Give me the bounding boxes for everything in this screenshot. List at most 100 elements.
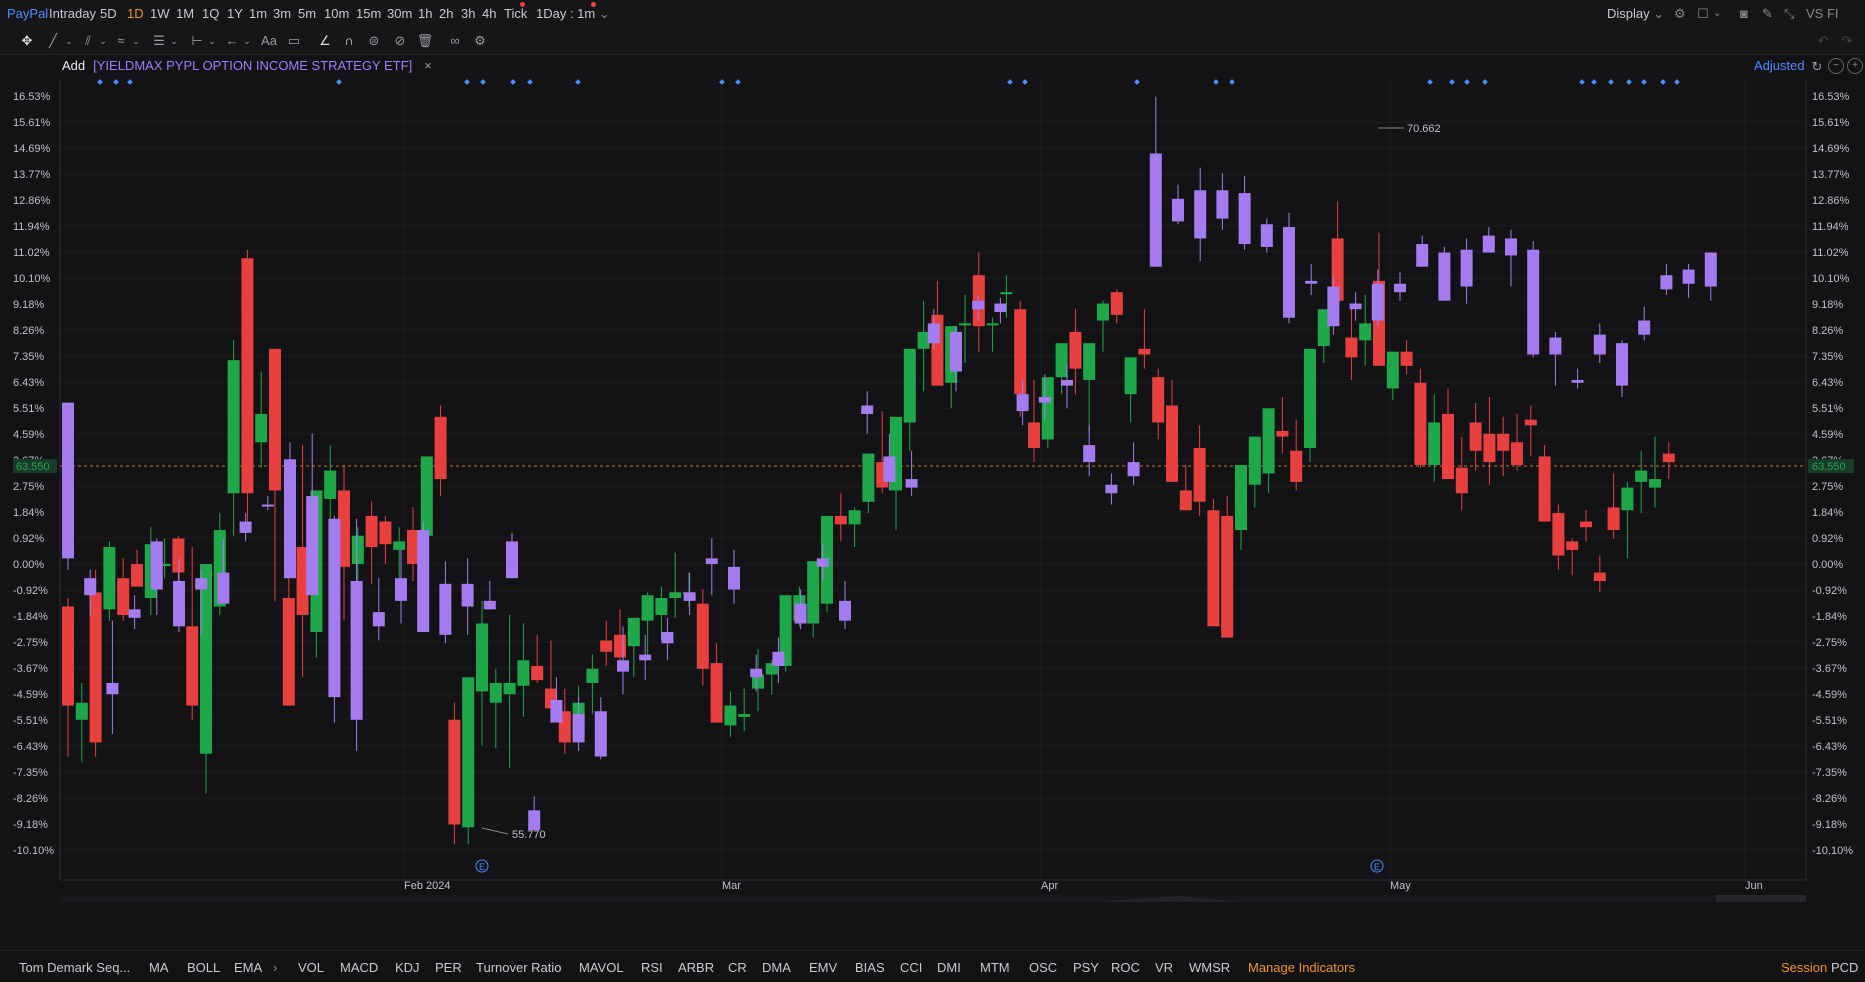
timeframe-1d[interactable]: 1D — [127, 6, 144, 21]
session-select[interactable]: 1Day : 1m ⌄ — [536, 6, 610, 22]
timeframe-3h[interactable]: 3h — [461, 6, 475, 21]
candle-body — [75, 702, 88, 720]
close-icon[interactable]: × — [424, 58, 432, 73]
undo-icon[interactable]: ↶ — [1814, 32, 1832, 50]
display-menu[interactable]: Display ⌄ — [1607, 6, 1664, 22]
price-candle — [89, 569, 102, 757]
session-label[interactable]: Session — [1781, 960, 1827, 975]
timeframe-5min[interactable]: 5m — [298, 6, 316, 21]
trash-icon[interactable]: 🗑 — [416, 32, 434, 50]
lock-icon[interactable]: ⊜ — [365, 32, 383, 50]
manage-indicators-button[interactable]: Manage Indicators — [1248, 960, 1355, 975]
timeframe-4h[interactable]: 4h — [482, 6, 496, 21]
candle-body — [1469, 422, 1482, 451]
timeframe-30min[interactable]: 30m — [387, 6, 412, 21]
candle-body — [1000, 292, 1013, 295]
y-tick-label-left: 0.92% — [13, 533, 44, 545]
layout-chevron-icon[interactable]: ⌄ — [1713, 8, 1721, 19]
chevron-down-icon[interactable]: ⌄ — [60, 32, 78, 50]
chevron-right-icon[interactable]: › — [273, 960, 277, 975]
indicator-boll[interactable]: BOLL — [187, 960, 220, 975]
indicator-wmsr[interactable]: WMSR — [1189, 960, 1230, 975]
candle-body — [1414, 382, 1427, 465]
indicator-cr[interactable]: CR — [728, 960, 747, 975]
timeframe-1h[interactable]: 1h — [418, 6, 432, 21]
indicator-emv[interactable]: EMV — [809, 960, 837, 975]
timeframe-15min[interactable]: 15m — [356, 6, 381, 21]
magnet-icon[interactable]: ∩ — [340, 32, 358, 50]
high-price-label: 70.662 — [1407, 123, 1441, 135]
timeframe-intraday[interactable]: Intraday — [49, 6, 96, 21]
chevron-down-icon[interactable]: ⌄ — [127, 32, 145, 50]
timeframe-1y[interactable]: 1Y — [227, 6, 243, 21]
move-cross-icon[interactable]: ✥ — [18, 32, 36, 50]
indicator-per[interactable]: PER — [435, 960, 462, 975]
indicator-arbr[interactable]: ARBR — [678, 960, 714, 975]
timeframe-3min[interactable]: 3m — [273, 6, 291, 21]
session-value[interactable]: PCD — [1831, 960, 1858, 975]
angle-icon[interactable]: ∠ — [316, 32, 334, 50]
indicator-tom-demark[interactable]: Tom Demark Seq... — [19, 960, 130, 975]
indicator-vr[interactable]: VR — [1155, 960, 1173, 975]
timeframe-10min[interactable]: 10m — [324, 6, 349, 21]
timeframe-1q[interactable]: 1Q — [202, 6, 219, 21]
add-security-button[interactable]: Add — [62, 58, 85, 73]
indicator-roc[interactable]: ROC — [1111, 960, 1140, 975]
chevron-down-icon[interactable]: ⌄ — [165, 32, 183, 50]
indicator-rsi[interactable]: RSI — [641, 960, 663, 975]
adjusted-toggle[interactable]: Adjusted — [1754, 58, 1804, 73]
comment-icon[interactable]: ▭ — [285, 32, 303, 50]
candle-body — [1179, 490, 1192, 511]
pencil-icon[interactable]: ✎ — [1762, 6, 1773, 22]
timeframe-2h[interactable]: 2h — [439, 6, 453, 21]
link-icon[interactable]: ∞ — [446, 32, 464, 50]
timeframe-1min[interactable]: 1m — [249, 6, 267, 21]
indicator-kdj[interactable]: KDJ — [395, 960, 420, 975]
candle-body — [839, 600, 851, 621]
indicator-bias[interactable]: BIAS — [855, 960, 885, 975]
indicator-psy[interactable]: PSY — [1073, 960, 1099, 975]
text-tool-icon[interactable]: Aa — [260, 32, 278, 50]
candle-body — [986, 323, 999, 326]
layout-square-icon[interactable]: ☐ — [1697, 6, 1709, 22]
settings-gear-icon[interactable]: ⚙ — [1674, 6, 1686, 22]
indicator-dma[interactable]: DMA — [762, 960, 791, 975]
candle-body — [655, 598, 668, 615]
camera-icon[interactable]: ◙ — [1740, 6, 1748, 21]
y-tick-label-left: 1.84% — [13, 507, 44, 519]
timeframe-5d[interactable]: 5D — [100, 6, 117, 21]
symbol-selector[interactable]: PayPal — [7, 6, 48, 21]
candle-body — [994, 303, 1007, 313]
timeframe-1w[interactable]: 1W — [150, 6, 170, 21]
chevron-down-icon[interactable]: ⌄ — [203, 32, 221, 50]
settings-gear-icon[interactable]: ⚙ — [471, 32, 489, 50]
indicator-mtm[interactable]: MTM — [980, 960, 1010, 975]
candle-body — [1621, 487, 1634, 511]
chevron-down-icon[interactable]: ⌄ — [238, 32, 256, 50]
candlestick-chart[interactable]: 16.53% 15.61% 14.69% 13.77% 12.86% 11.94% 11.0… — [0, 72, 1865, 902]
indicator-turnover-ratio[interactable]: Turnover Ratio — [476, 960, 562, 975]
indicator-macd[interactable]: MACD — [340, 960, 378, 975]
candle-body — [1607, 507, 1620, 531]
candle-body — [1083, 343, 1096, 380]
collapse-icon[interactable]: ⤡ — [1784, 6, 1794, 22]
timeframe-1m-month[interactable]: 1M — [176, 6, 194, 21]
indicator-vol[interactable]: VOL — [298, 960, 324, 975]
indicator-osc[interactable]: OSC — [1029, 960, 1057, 975]
candle-body — [1038, 396, 1051, 403]
security-name[interactable]: [YIELDMAX PYPL OPTION INCOME STRATEGY ET… — [93, 58, 412, 73]
chevron-down-icon[interactable]: ⌄ — [94, 32, 112, 50]
timeframe-tick[interactable]: Tick — [504, 6, 527, 21]
indicator-cci[interactable]: CCI — [900, 960, 922, 975]
top-bar: PayPal Intraday 5D 1D 1W 1M 1Q 1Y 1m 3m … — [0, 0, 1865, 28]
price-candle — [1041, 377, 1054, 448]
hide-icon[interactable]: ⊘ — [391, 32, 409, 50]
indicator-ema[interactable]: EMA — [234, 960, 262, 975]
indicator-mavol[interactable]: MAVOL — [579, 960, 624, 975]
x-axis-label: Apr — [1041, 880, 1058, 892]
indicator-dmi[interactable]: DMI — [937, 960, 961, 975]
redo-icon[interactable]: ↷ — [1838, 32, 1856, 50]
y-tick-label-left: -3.67% — [13, 663, 48, 675]
indicator-ma[interactable]: MA — [149, 960, 169, 975]
compare-vs-button[interactable]: VS FI — [1806, 6, 1839, 21]
